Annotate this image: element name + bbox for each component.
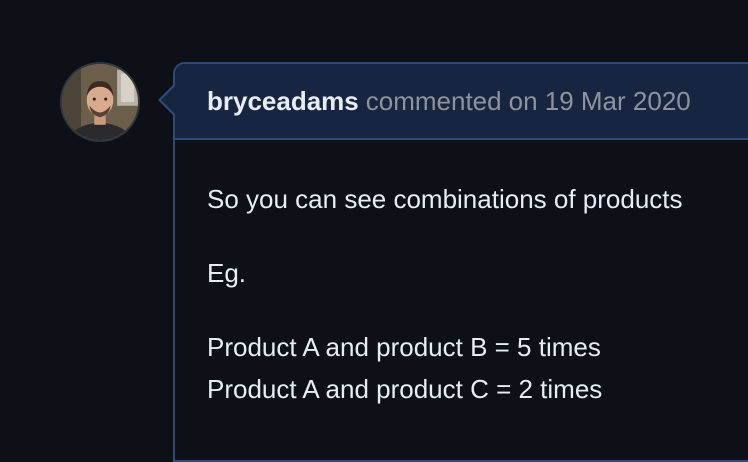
comment-paragraph: Eg. [207, 258, 247, 288]
comment-timestamp-link[interactable]: on 19 Mar 2020 [509, 86, 691, 117]
comment-line: Product A and product C = 2 times [207, 374, 603, 404]
comment-header: bryceadams commented on 19 Mar 2020 [175, 64, 748, 140]
avatar[interactable] [60, 62, 140, 142]
comment-body: So you can see combinations of products … [175, 140, 748, 410]
comment-paragraph: So you can see combinations of products [207, 184, 683, 214]
user-avatar-icon [62, 64, 138, 140]
comment-action-text: commented [365, 85, 502, 116]
timeline-comment: bryceadams commented on 19 Mar 2020 So y… [173, 62, 748, 462]
comment-author-link[interactable]: bryceadams [207, 86, 359, 117]
comment-line: Product A and product B = 5 times [207, 332, 601, 362]
comment-caret-fill [161, 86, 175, 114]
comment-paragraph: Product A and product B = 5 times Produc… [207, 326, 748, 410]
